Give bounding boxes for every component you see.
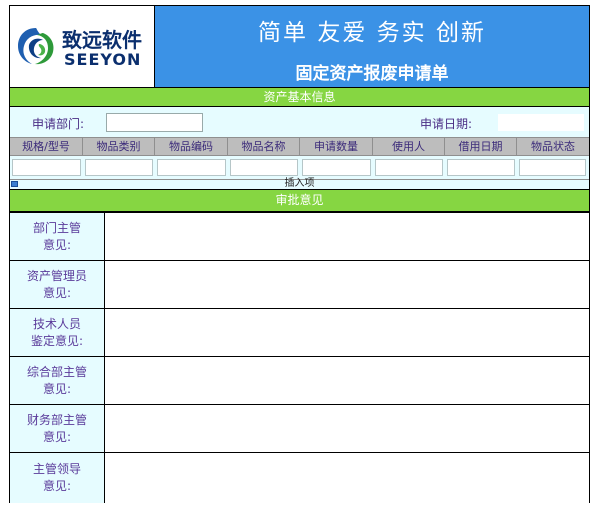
opinion-field-asset-admin[interactable] xyxy=(105,261,589,308)
column-header-borrow-date: 借用日期 xyxy=(445,138,517,155)
cell-input-category[interactable] xyxy=(85,159,153,176)
cell-input-spec[interactable] xyxy=(12,159,81,176)
opinion-label-asset-admin: 资产管理员 意见: xyxy=(10,261,105,308)
column-header-quantity: 申请数量 xyxy=(300,138,373,155)
logo-chinese-text: 致远软件 xyxy=(62,28,142,52)
opinion-field-technician[interactable] xyxy=(105,309,589,356)
basic-info-row: 申请部门: 申请日期: xyxy=(10,107,589,137)
dept-label: 申请部门: xyxy=(32,117,85,131)
form-header: 致远软件 SEEYON 简单 友爱 务实 创新 固定资产报废申请单 xyxy=(10,6,589,87)
insert-row-bar: 插入项 xyxy=(10,178,589,189)
opinion-row-asset-admin: 资产管理员 意见: xyxy=(10,260,589,308)
dept-input[interactable] xyxy=(106,113,203,132)
opinion-row-finance-manager: 财务部主管 意见: xyxy=(10,404,589,452)
seeyon-logo-icon xyxy=(18,28,54,65)
slogan-text: 简单 友爱 务实 创新 xyxy=(258,20,486,46)
cell-input-quantity[interactable] xyxy=(302,159,371,176)
cell-input-status[interactable] xyxy=(519,159,586,176)
opinion-field-general-dept-manager[interactable] xyxy=(105,357,589,404)
table-row xyxy=(10,155,589,179)
column-header-status: 物品状态 xyxy=(531,140,575,153)
section-header-approval: 审批意见 xyxy=(10,189,589,212)
date-label: 申请日期: xyxy=(420,117,473,131)
opinion-label-dept-manager: 部门主管 意见: xyxy=(10,213,105,260)
opinion-row-general-dept-manager: 综合部主管 意见: xyxy=(10,356,589,404)
company-logo: 致远软件 SEEYON xyxy=(10,6,155,87)
header-banner: 简单 友爱 务实 创新 固定资产报废申请单 xyxy=(155,6,589,87)
opinion-field-dept-manager[interactable] xyxy=(105,213,589,260)
column-header-name: 物品名称 xyxy=(228,138,300,155)
opinion-field-lead[interactable] xyxy=(105,453,589,503)
form-frame: 致远软件 SEEYON 简单 友爱 务实 创新 固定资产报废申请单 资产基本信息… xyxy=(9,5,590,503)
opinion-row-technician: 技术人员 鉴定意见: xyxy=(10,308,589,356)
opinion-label-general-dept-manager: 综合部主管 意见: xyxy=(10,357,105,404)
opinion-label-lead: 主管领导 意见: xyxy=(10,453,105,503)
column-header-code: 物品编码 xyxy=(155,138,228,155)
opinion-field-finance-manager[interactable] xyxy=(105,405,589,452)
opinion-row-lead: 主管领导 意见: xyxy=(10,452,589,503)
cell-input-borrow-date[interactable] xyxy=(447,159,515,176)
column-header-category: 物品类别 xyxy=(83,138,155,155)
section-header-basic-info: 资产基本信息 xyxy=(10,87,589,107)
items-table-header: 规格/型号 物品类别 物品编码 物品名称 申请数量 使用人 借用日期 物品状态 xyxy=(10,137,589,155)
column-header-user: 使用人 xyxy=(373,138,445,155)
cell-input-code[interactable] xyxy=(157,159,226,176)
opinion-label-finance-manager: 财务部主管 意见: xyxy=(10,405,105,452)
form-title: 固定资产报废申请单 xyxy=(295,64,449,84)
opinion-row-dept-manager: 部门主管 意见: xyxy=(10,212,589,260)
date-input[interactable] xyxy=(497,113,585,132)
cell-input-name[interactable] xyxy=(230,159,298,176)
logo-english-text: SEEYON xyxy=(64,50,142,69)
column-header-spec: 规格/型号 xyxy=(10,138,83,155)
cell-input-user[interactable] xyxy=(375,159,443,176)
opinion-label-technician: 技术人员 鉴定意见: xyxy=(10,309,105,356)
